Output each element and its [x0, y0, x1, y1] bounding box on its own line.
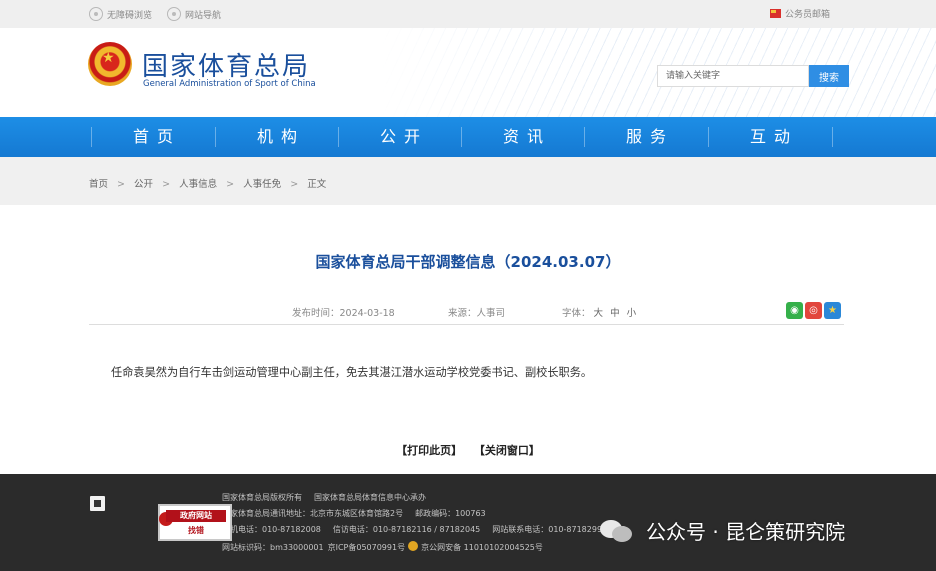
footer-line-4: 网站标识码：bm33000001 京ICP备05070991号 京公网安备 1101… [222, 541, 543, 553]
breadcrumb: 首页 > 公开 > 人事信息 > 人事任免 > 正文 [89, 176, 332, 190]
article-title: 国家体育总局干部调整信息（2024.03.07） [315, 253, 621, 271]
article-source: 来源：人事司 [448, 308, 506, 319]
footer-line-1: 国家体育总局版权所有 国家体育总局体育信息中心承办 [222, 492, 426, 503]
search-button[interactable]: 搜索 [809, 65, 849, 87]
footer-postcode: 邮政编码：100763 [415, 509, 486, 518]
breadcrumb-current: 正文 [307, 179, 327, 190]
nav-item-services[interactable]: 服务 [584, 117, 708, 157]
gov-badge-subtitle: 找错 [188, 526, 204, 535]
nav-item-organization[interactable]: 机构 [215, 117, 339, 157]
sitemap-icon [167, 7, 181, 21]
breadcrumb-separator: > [226, 179, 235, 190]
font-size-large[interactable]: 大 [594, 308, 604, 319]
footer-line-2: 国家体育总局通讯地址：北京市东城区体育馆路2号 邮政编码：100763 [222, 508, 486, 519]
footer-icp[interactable]: 京ICP备05070991号 [328, 543, 406, 552]
wechat-watermark-icon [600, 518, 636, 544]
accessible-browse-label: 无障碍浏览 [107, 10, 153, 21]
top-utility-bar: 无障碍浏览 网站导航 公务员邮箱 [0, 0, 936, 28]
gov-site-error-report-badge[interactable]: 政府网站 找错 [158, 504, 232, 541]
search-input[interactable] [657, 65, 809, 87]
weibo-icon[interactable]: ◎ [805, 302, 822, 319]
mailbox-label: 公务员邮箱 [785, 10, 831, 20]
breadcrumb-personnel-info[interactable]: 人事信息 [179, 179, 217, 190]
breadcrumb-home[interactable]: 首页 [89, 179, 108, 190]
nav-item-interaction[interactable]: 互动 [708, 117, 832, 157]
nav-item-public[interactable]: 公开 [338, 117, 462, 157]
accessible-browse-link[interactable]: 无障碍浏览 [89, 7, 152, 21]
print-page-button[interactable]: 【打印此页】 [396, 444, 462, 457]
footer-site-id: 网站标识码：bm33000001 [222, 543, 324, 552]
site-title-en[interactable]: General Administration of Sport of China [143, 79, 316, 89]
footer-copyright: 国家体育总局版权所有 [222, 493, 302, 502]
nav-item-home[interactable]: 首页 [91, 117, 215, 157]
site-nav-link[interactable]: 网站导航 [167, 7, 221, 21]
site-nav-label: 网站导航 [185, 10, 222, 21]
publish-time: 发布时间：2024-03-18 [292, 308, 395, 319]
font-size-medium[interactable]: 中 [610, 308, 620, 319]
watermark-text: 公众号 · 昆仑策研究院 [646, 520, 846, 544]
site-header: 国家体育总局 General Administration of Sport o… [0, 28, 936, 117]
mailbox-icon [770, 9, 781, 18]
wechat-watermark: 公众号 · 昆仑策研究院 [600, 516, 845, 545]
font-size-label: 字体： [562, 308, 591, 319]
document-icon [90, 496, 105, 511]
accessibility-icon [89, 7, 103, 21]
footer-phone: 总机电话：010-87182008 [222, 525, 321, 534]
nav-divider [832, 127, 833, 147]
wechat-icon[interactable]: ◉ [786, 302, 803, 319]
police-badge-icon [408, 541, 419, 551]
site-title-cn[interactable]: 国家体育总局 [142, 46, 310, 83]
close-window-button[interactable]: 【关闭窗口】 [474, 444, 540, 457]
footer-letters-phone: 信访电话：010-87182116 / 87182045 [332, 525, 481, 534]
national-emblem-icon[interactable] [88, 42, 132, 86]
footer-address: 国家体育总局通讯地址：北京市东城区体育馆路2号 [222, 509, 404, 518]
article-body: 任命袁昊然为自行车击剑运动管理中心副主任，免去其湛江潜水运动学校党委书记、副校长… [111, 366, 593, 379]
qzone-icon[interactable]: ★ [824, 302, 841, 319]
gov-badge-title: 政府网站 [166, 510, 226, 522]
breadcrumb-separator: > [290, 179, 299, 190]
breadcrumb-public[interactable]: 公开 [134, 179, 153, 190]
nav-item-news[interactable]: 资讯 [461, 117, 585, 157]
share-buttons: ◉ ◎ ★ [786, 302, 841, 319]
font-size-small[interactable]: 小 [627, 308, 637, 319]
breadcrumb-separator: > [117, 179, 126, 190]
meta-divider [89, 324, 844, 325]
breadcrumb-appointments[interactable]: 人事任免 [243, 179, 281, 190]
footer-line-3: 总机电话：010-87182008 信访电话：010-87182116 / 871… [222, 524, 625, 535]
main-nav: 首页 机构 公开 资讯 服务 互动 [0, 117, 936, 157]
font-size-controls: 字体： 大 中 小 [562, 305, 640, 319]
breadcrumb-separator: > [162, 179, 171, 190]
breadcrumb-bar: 首页 > 公开 > 人事信息 > 人事任免 > 正文 [0, 157, 936, 205]
footer-maintainer: 国家体育总局体育信息中心承办 [314, 493, 426, 502]
civil-servant-mailbox-link[interactable]: 公务员邮箱 [770, 7, 830, 20]
article-actions: 【打印此页】 【关闭窗口】 [0, 442, 936, 458]
footer-police-record[interactable]: 京公网安备 11010102004525号 [421, 543, 543, 552]
